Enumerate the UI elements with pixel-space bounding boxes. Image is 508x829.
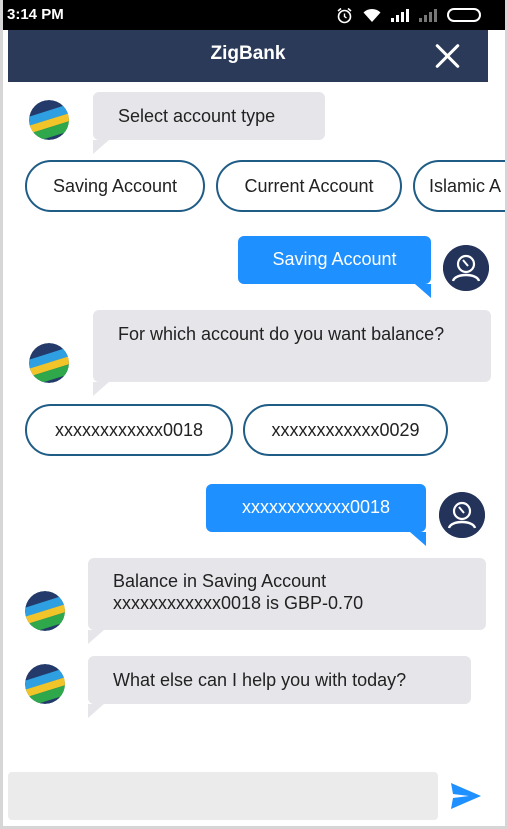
status-time: 3:14 PM xyxy=(7,6,64,23)
bot-avatar xyxy=(29,343,69,383)
alarm-icon xyxy=(337,7,352,23)
chip-label: xxxxxxxxxxxx0018 xyxy=(54,419,204,440)
close-icon[interactable] xyxy=(434,42,462,70)
bot-avatar xyxy=(29,100,69,140)
chip-islamic-account[interactable]: Islamic A xyxy=(413,160,505,212)
message-text: Select account type xyxy=(118,106,276,126)
signal-off-icon xyxy=(419,8,437,22)
app-title: ZigBank xyxy=(210,43,286,64)
app-bar: ZigBank xyxy=(8,30,488,82)
bot-message-help: What else can I help you with today? xyxy=(88,656,471,718)
status-icons xyxy=(336,5,481,25)
chip-saving-account[interactable]: Saving Account xyxy=(25,160,205,212)
wifi-icon xyxy=(363,8,381,22)
chip-label: xxxxxxxxxxxx0029 xyxy=(271,419,420,440)
status-bar: 3:14 PM xyxy=(3,0,505,30)
chip-label: Current Account xyxy=(244,175,374,196)
message-input[interactable] xyxy=(8,772,438,820)
phone-frame: 3:14 PM ZigBank Select account type Savi… xyxy=(0,0,508,829)
chip-label: Islamic A xyxy=(429,175,502,196)
message-text: Saving Account xyxy=(272,249,397,269)
bot-avatar xyxy=(25,664,65,704)
message-text: xxxxxxxxxxxx0018 xyxy=(241,497,391,517)
send-icon[interactable] xyxy=(449,779,483,813)
chip-label: Saving Account xyxy=(52,175,178,196)
chip-account-0029[interactable]: xxxxxxxxxxxx0029 xyxy=(243,404,448,456)
chip-current-account[interactable]: Current Account xyxy=(216,160,402,212)
message-text-line1: Balance in Saving Account xyxy=(113,571,327,591)
bot-avatar xyxy=(25,591,65,631)
message-text: For which account do you want balance? xyxy=(118,324,445,344)
bot-message-select-type: Select account type xyxy=(93,92,325,154)
user-avatar xyxy=(439,492,485,538)
bot-message-balance: Balance in Saving Account xxxxxxxxxxxx00… xyxy=(88,558,486,644)
user-message-account: xxxxxxxxxxxx0018 xyxy=(206,484,426,546)
signal-icon xyxy=(391,8,409,22)
message-text-line2: xxxxxxxxxxxx0018 is GBP-0.70 xyxy=(113,592,364,613)
bot-message-which-account: For which account do you want balance? xyxy=(93,310,491,396)
user-avatar xyxy=(443,245,489,291)
user-message-saving: Saving Account xyxy=(238,236,431,298)
message-text: What else can I help you with today? xyxy=(113,670,407,690)
chip-account-0018[interactable]: xxxxxxxxxxxx0018 xyxy=(25,404,233,456)
battery-icon xyxy=(447,8,481,22)
